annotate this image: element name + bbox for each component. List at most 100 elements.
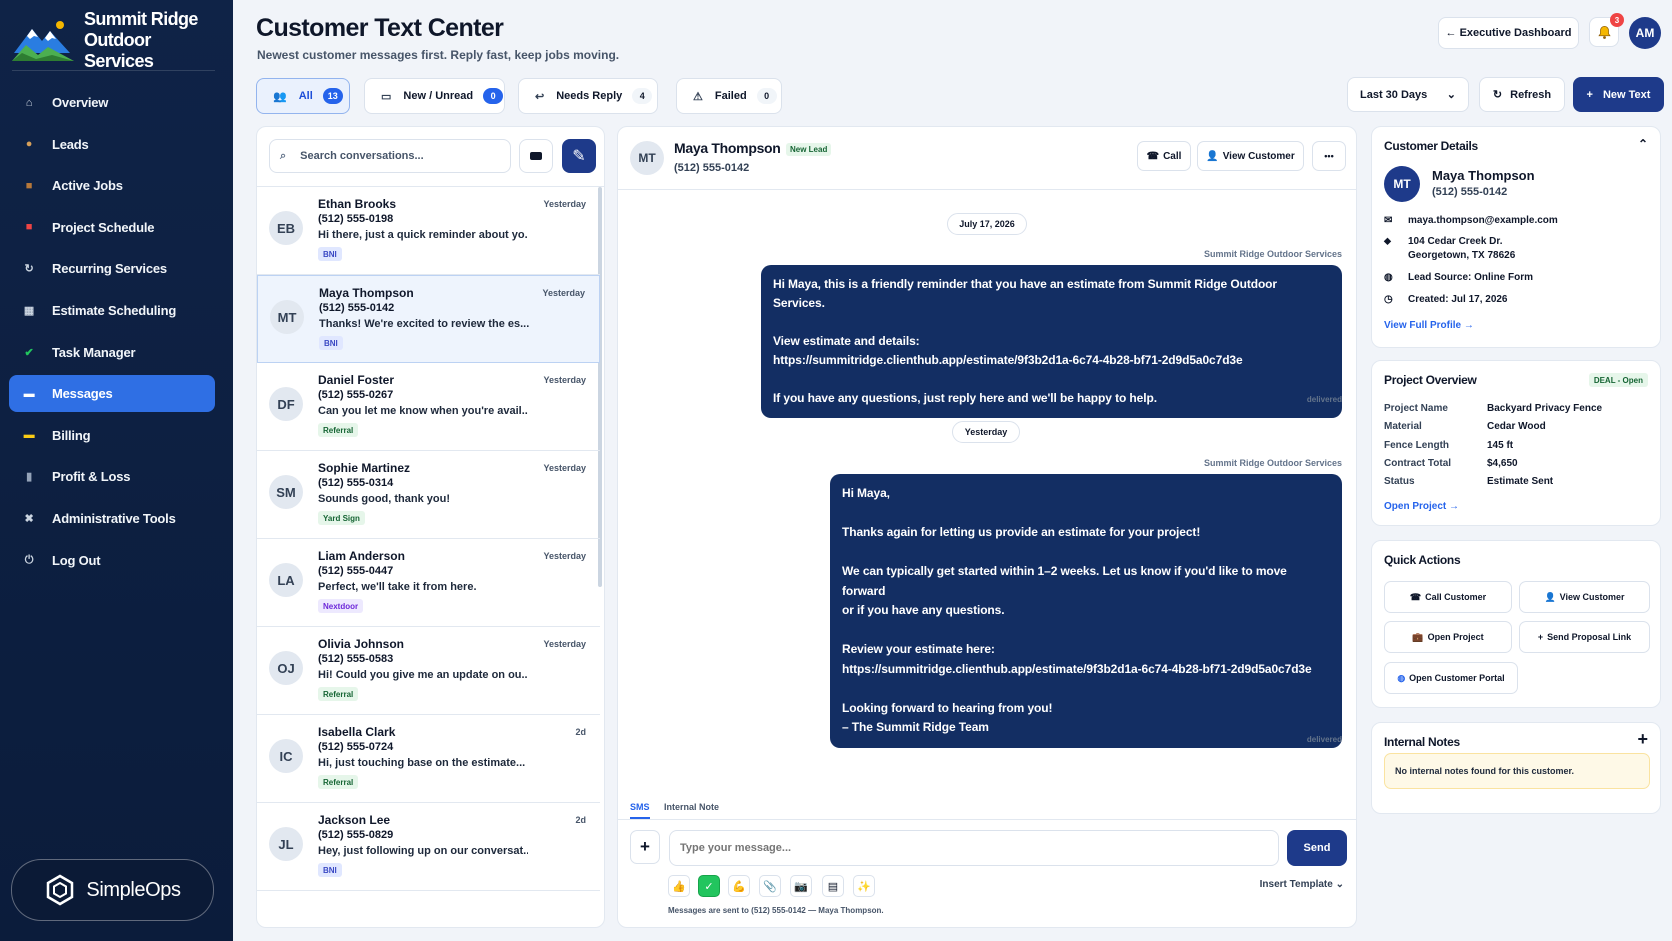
- sidebar-item-profit-loss[interactable]: ▮ Profit & Loss: [9, 458, 215, 495]
- flex-arm-icon[interactable]: 💪: [728, 875, 750, 897]
- more-options-button[interactable]: •••: [1312, 141, 1346, 171]
- filter-tab-needs-reply[interactable]: ↩ Needs Reply 4: [518, 78, 658, 114]
- tab-internal-note[interactable]: Internal Note: [664, 802, 719, 812]
- filter-count: 0: [483, 88, 504, 104]
- magic-wand-icon[interactable]: ✨: [853, 875, 875, 897]
- paperclip-icon[interactable]: 📎: [759, 875, 781, 897]
- outgoing-message: Hi Maya, Thanks again for letting us pro…: [830, 474, 1342, 748]
- open-customer-portal-button[interactable]: ◍ Open Customer Portal: [1384, 662, 1518, 694]
- open-project-button[interactable]: 💼 Open Project: [1384, 621, 1512, 653]
- conversation-item[interactable]: EB Ethan Brooks (512) 555-0198 Hi there,…: [257, 187, 600, 275]
- refresh-icon: ↻: [24, 263, 34, 276]
- sidebar-item-project-schedule[interactable]: ■ Project Schedule: [9, 209, 215, 246]
- camera-icon[interactable]: 📷: [790, 875, 812, 897]
- send-proposal-link-button[interactable]: + Send Proposal Link: [1519, 621, 1650, 653]
- globe-icon: ◍: [1384, 272, 1393, 283]
- card-title: Internal Notes: [1384, 735, 1460, 749]
- new-text-button[interactable]: + New Text: [1573, 77, 1664, 112]
- contact-name: Isabella Clark: [318, 725, 396, 739]
- insert-template-dropdown[interactable]: Insert Template ⌄: [1260, 879, 1344, 890]
- page-subtitle: Newest customer messages first. Reply fa…: [257, 48, 620, 62]
- message-date: Yesterday: [543, 639, 586, 649]
- avatar: JL: [269, 827, 303, 861]
- customer-phone: (512) 555-0142: [1432, 186, 1508, 198]
- page-title: Customer Text Center: [256, 14, 504, 42]
- filter-tab-failed[interactable]: ⚠ Failed 0: [676, 78, 782, 114]
- call-customer-button[interactable]: ☎ Call Customer: [1384, 581, 1512, 613]
- filter-label: All: [298, 90, 313, 102]
- search-input[interactable]: ⌕ Search conversations...: [269, 139, 511, 173]
- filter-tab-all[interactable]: 👥 All 13: [256, 78, 350, 114]
- contact-name: Ethan Brooks: [318, 197, 397, 211]
- sidebar-item-log-out[interactable]: ⏻ Log Out: [9, 542, 215, 579]
- calculator-icon: ▦: [23, 304, 35, 317]
- sidebar-item-administrative-tools[interactable]: ✖ Administrative Tools: [9, 500, 215, 537]
- table-icon[interactable]: ▤: [822, 875, 844, 897]
- simpleops-badge[interactable]: SimpleOps: [11, 859, 214, 921]
- view-customer-button[interactable]: 👤 View Customer: [1519, 581, 1650, 613]
- filter-tab-new-unread[interactable]: ▭ New / Unread 0: [364, 78, 505, 114]
- contact-name: Sophie Martinez: [318, 461, 411, 475]
- check-icon: ✔: [24, 346, 34, 359]
- sidebar-item-task-manager[interactable]: ✔ Task Manager: [9, 334, 215, 371]
- project-field-label: Fence Length: [1384, 440, 1450, 451]
- executive-dashboard-button[interactable]: ← Executive Dashboard: [1438, 17, 1579, 49]
- message-date: Yesterday: [543, 463, 586, 473]
- message-preview: Thanks! We're excited to review the es..…: [319, 318, 529, 330]
- conversation-item[interactable]: SM Sophie Martinez (512) 555-0314 Sounds…: [257, 451, 600, 539]
- add-note-plus-icon[interactable]: +: [1637, 729, 1648, 750]
- sidebar-item-label: Recurring Services: [52, 261, 167, 277]
- conversation-item[interactable]: JL Jackson Lee (512) 555-0829 Hey, just …: [257, 803, 600, 891]
- delivery-status: delivered: [1306, 395, 1342, 404]
- sidebar-item-recurring-services[interactable]: ↻ Recurring Services: [9, 250, 215, 287]
- deal-status-badge: DEAL - Open: [1588, 373, 1648, 387]
- call-button[interactable]: ☎ Call: [1137, 141, 1191, 171]
- contact-name: Olivia Johnson: [318, 637, 405, 651]
- phone-icon: ☎: [1409, 591, 1422, 602]
- view-customer-label: View Customer: [1559, 592, 1625, 602]
- chevron-up-icon[interactable]: ⌃: [1638, 137, 1648, 151]
- send-proposal-label: Send Proposal Link: [1547, 632, 1632, 642]
- sidebar-item-overview[interactable]: ⌂ Overview: [9, 84, 215, 121]
- brand-name-line2: Outdoor Services: [84, 29, 154, 71]
- sidebar-item-billing[interactable]: ▬ Billing: [9, 417, 215, 454]
- date-range-select[interactable]: Last 30 Days ⌄: [1347, 77, 1469, 112]
- sidebar-item-label: Estimate Scheduling: [52, 302, 177, 318]
- conversation-item[interactable]: IC Isabella Clark (512) 555-0724 Hi, jus…: [257, 715, 600, 803]
- calendar-icon: ■: [25, 221, 33, 234]
- filter-label: Needs Reply: [556, 90, 623, 102]
- view-full-profile-link[interactable]: View Full Profile →: [1384, 320, 1474, 331]
- sidebar-item-leads[interactable]: ● Leads: [9, 126, 215, 163]
- card-title: Customer Details: [1384, 139, 1478, 153]
- customer-email[interactable]: maya.thompson@example.com: [1408, 215, 1558, 226]
- conversation-item[interactable]: DF Daniel Foster (512) 555-0267 Can you …: [257, 363, 600, 451]
- sidebar-item-estimate-scheduling[interactable]: ▦ Estimate Scheduling: [9, 292, 215, 329]
- sidebar-item-active-jobs[interactable]: ■ Active Jobs: [9, 167, 215, 204]
- conversation-item[interactable]: OJ Olivia Johnson (512) 555-0583 Hi! Cou…: [257, 627, 600, 715]
- message-date: Yesterday: [543, 551, 586, 561]
- contact-phone: (512) 555-0829: [318, 829, 394, 841]
- refresh-button[interactable]: ↻ Refresh: [1479, 77, 1565, 112]
- message-date: Yesterday: [543, 199, 586, 209]
- message-sender: Summit Ridge Outdoor Services: [1203, 249, 1342, 259]
- conversation-item-selected[interactable]: MT Maya Thompson (512) 555-0142 Thanks! …: [257, 275, 600, 363]
- message-date: 2d: [575, 815, 586, 825]
- sidebar-item-label: Administrative Tools: [52, 510, 176, 526]
- message-filter-button[interactable]: [519, 139, 553, 173]
- message-input[interactable]: [669, 830, 1279, 866]
- compose-button[interactable]: ✎: [562, 139, 596, 173]
- open-project-link[interactable]: Open Project →: [1384, 501, 1459, 512]
- view-customer-button[interactable]: 👤 View Customer: [1197, 141, 1304, 171]
- attach-plus-button[interactable]: +: [630, 830, 660, 864]
- outgoing-message: Hi Maya, this is a friendly reminder tha…: [761, 265, 1342, 418]
- checkbox-icon[interactable]: ✓: [698, 875, 720, 897]
- tab-sms[interactable]: SMS: [630, 802, 650, 812]
- thumbs-up-icon[interactable]: 👍: [668, 875, 690, 897]
- filter-count: 13: [322, 88, 343, 104]
- send-button[interactable]: Send: [1287, 830, 1347, 866]
- sidebar-item-messages[interactable]: ▬ Messages: [9, 375, 215, 413]
- user-avatar[interactable]: AM: [1629, 17, 1661, 49]
- conversation-item[interactable]: LA Liam Anderson (512) 555-0447 Perfect,…: [257, 539, 600, 627]
- brand-logo[interactable]: Summit Ridge Outdoor Services: [12, 9, 217, 71]
- message-sender: Summit Ridge Outdoor Services: [1203, 458, 1342, 468]
